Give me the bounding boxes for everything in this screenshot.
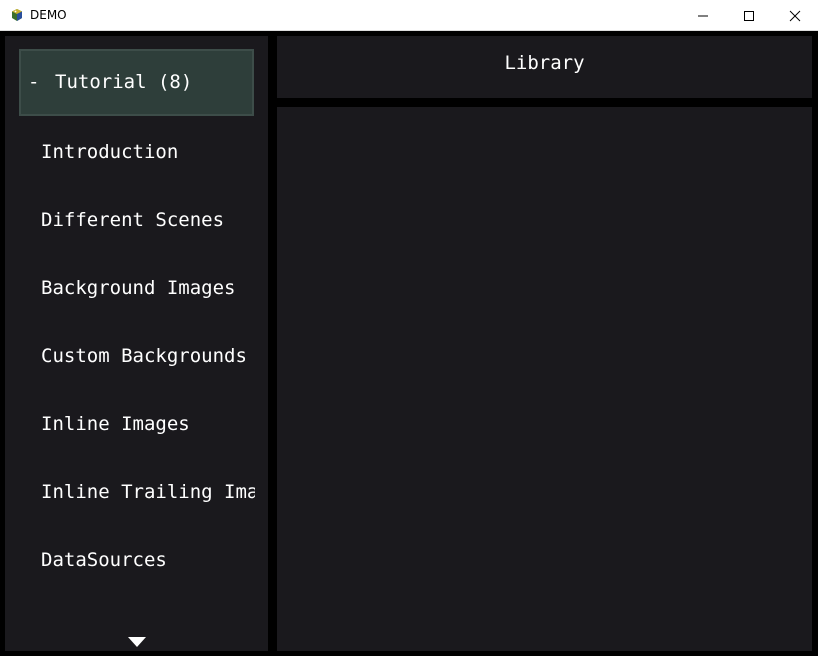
page-title: Library xyxy=(504,52,585,74)
sidebar[interactable]: - Tutorial (8) Introduction Different Sc… xyxy=(5,36,268,651)
minimize-button[interactable] xyxy=(680,0,726,31)
sidebar-item-datasources[interactable]: DataSources xyxy=(5,526,255,594)
sidebar-item-inline-images[interactable]: Inline Images xyxy=(5,390,255,458)
maximize-icon xyxy=(744,10,754,21)
section-label: Tutorial (8) xyxy=(55,71,193,93)
header-panel: Library xyxy=(277,36,812,98)
sidebar-item-inline-trailing-images[interactable]: Inline Trailing Images xyxy=(5,458,255,526)
sidebar-item-different-scenes[interactable]: Different Scenes xyxy=(5,186,255,254)
python-icon xyxy=(12,9,22,21)
collapse-icon[interactable]: - xyxy=(28,51,39,114)
window-title: DEMO xyxy=(30,8,67,22)
minimize-icon xyxy=(698,15,708,16)
sidebar-item-custom-backgrounds[interactable]: Custom Backgrounds xyxy=(5,322,255,390)
title-bar: DEMO xyxy=(0,0,818,31)
triangle-down-icon[interactable] xyxy=(128,637,146,647)
maximize-button[interactable] xyxy=(726,0,772,31)
sidebar-item-background-images[interactable]: Background Images xyxy=(5,254,255,322)
sidebar-list: Introduction Different Scenes Background… xyxy=(5,118,255,594)
sidebar-section-tutorial[interactable]: - Tutorial (8) xyxy=(19,49,254,116)
content-area xyxy=(277,107,812,651)
sidebar-item-introduction[interactable]: Introduction xyxy=(5,118,255,186)
close-icon xyxy=(789,10,801,21)
client-area: - Tutorial (8) Introduction Different Sc… xyxy=(0,31,818,656)
close-button[interactable] xyxy=(772,0,818,31)
